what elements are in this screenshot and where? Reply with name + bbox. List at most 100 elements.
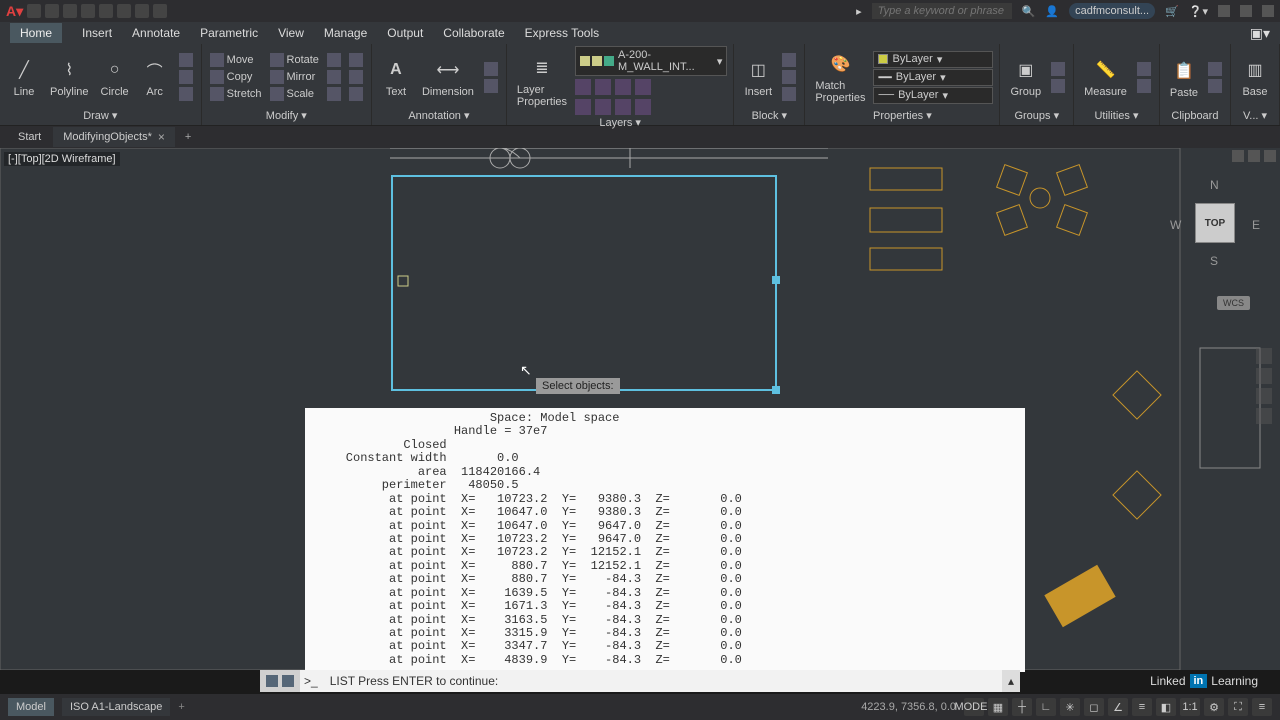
- panel-groups-title[interactable]: Groups ▾: [1006, 108, 1067, 123]
- draw-boundary-button[interactable]: [177, 69, 195, 85]
- osnap-icon[interactable]: ◻: [1084, 698, 1104, 716]
- model-badge[interactable]: MODEL: [964, 698, 984, 716]
- search-input[interactable]: [872, 3, 1012, 19]
- tab-parametric[interactable]: Parametric: [200, 26, 258, 40]
- base-button[interactable]: ▥Base: [1237, 54, 1273, 100]
- qat-open-icon[interactable]: [45, 4, 59, 18]
- tab-close-icon[interactable]: ×: [158, 130, 165, 144]
- minimize-button[interactable]: [1218, 5, 1230, 17]
- calculator-button[interactable]: [1135, 61, 1153, 77]
- ungroup-button[interactable]: [1049, 61, 1067, 77]
- cmd-close-icon[interactable]: [266, 675, 278, 687]
- tab-home[interactable]: Home: [10, 23, 62, 43]
- measure-button[interactable]: 📏Measure: [1080, 54, 1131, 100]
- layer-tools[interactable]: [575, 79, 727, 115]
- tab-collaborate[interactable]: Collaborate: [443, 26, 504, 40]
- ribbon-dropdown-icon[interactable]: ▣▾: [1250, 25, 1270, 42]
- table-button[interactable]: [482, 78, 500, 94]
- cube-top-face[interactable]: TOP: [1195, 203, 1235, 243]
- navigation-bar[interactable]: [1256, 348, 1274, 424]
- lineweight-icon[interactable]: ≡: [1132, 698, 1152, 716]
- attr-button[interactable]: [780, 86, 798, 102]
- select-button[interactable]: [1135, 78, 1153, 94]
- otrack-icon[interactable]: ∠: [1108, 698, 1128, 716]
- tab-output[interactable]: Output: [387, 26, 423, 40]
- leader-button[interactable]: [482, 61, 500, 77]
- erase-button[interactable]: [347, 52, 365, 68]
- zoom-icon[interactable]: [1256, 388, 1272, 404]
- panel-annotation-title[interactable]: Annotation ▾: [378, 108, 500, 123]
- qat-redo-icon[interactable]: [135, 4, 149, 18]
- qat-saveas-icon[interactable]: [81, 4, 95, 18]
- copy-button[interactable]: Copy: [208, 69, 264, 85]
- tab-express[interactable]: Express Tools: [525, 26, 599, 40]
- qat-save-icon[interactable]: [63, 4, 77, 18]
- restore-button[interactable]: [1240, 5, 1252, 17]
- fullscreen-icon[interactable]: ⛶: [1228, 698, 1248, 716]
- tab-manage[interactable]: Manage: [324, 26, 367, 40]
- transparency-icon[interactable]: ◧: [1156, 698, 1176, 716]
- fillet-button[interactable]: [325, 69, 343, 85]
- snap-icon[interactable]: ┼: [1012, 698, 1032, 716]
- layer-dropdown[interactable]: A-200-M_WALL_INT... ▾: [575, 46, 727, 76]
- line-button[interactable]: ╱Line: [6, 54, 42, 100]
- grid-icon[interactable]: ▦: [988, 698, 1008, 716]
- command-prompt[interactable]: LIST Press ENTER to continue:: [322, 674, 1002, 688]
- group-button[interactable]: ▣Group: [1006, 54, 1045, 100]
- rotate-button[interactable]: Rotate: [268, 52, 321, 68]
- circle-button[interactable]: ○Circle: [97, 54, 133, 100]
- panel-clipboard-title[interactable]: Clipboard: [1166, 109, 1224, 123]
- tab-start[interactable]: Start: [8, 128, 51, 146]
- orbit-icon[interactable]: [1256, 408, 1272, 424]
- scale-readout[interactable]: 1:1: [1180, 698, 1200, 716]
- search-icon[interactable]: 🔍: [1022, 5, 1036, 18]
- stretch-button[interactable]: Stretch: [208, 86, 264, 102]
- polyline-button[interactable]: ⌇Polyline: [46, 54, 93, 100]
- help-icon[interactable]: ❔▾: [1189, 5, 1208, 18]
- layout-tab[interactable]: ISO A1-Landscape: [62, 698, 170, 716]
- tab-insert[interactable]: Insert: [82, 26, 112, 40]
- model-tab[interactable]: Model: [8, 698, 54, 716]
- text-button[interactable]: AText: [378, 54, 414, 100]
- panel-modify-title[interactable]: Modify ▾: [208, 108, 365, 123]
- arc-button[interactable]: ⌒Arc: [137, 54, 173, 100]
- cut-button[interactable]: [1206, 61, 1224, 77]
- scale-button[interactable]: Scale: [268, 86, 321, 102]
- color-dropdown[interactable]: ByLayer ▾: [873, 51, 993, 68]
- lineweight-dropdown[interactable]: ━━ ByLayer ▾: [873, 69, 993, 86]
- layout-add-button[interactable]: +: [178, 701, 184, 713]
- panel-utilities-title[interactable]: Utilities ▾: [1080, 108, 1153, 123]
- insert-button[interactable]: ◫Insert: [740, 54, 776, 100]
- panel-properties-title[interactable]: Properties ▾: [811, 108, 993, 123]
- trim-button[interactable]: [325, 52, 343, 68]
- draw-hatch-button[interactable]: [177, 52, 195, 68]
- copyclip-button[interactable]: [1206, 78, 1224, 94]
- ortho-icon[interactable]: ∟: [1036, 698, 1056, 716]
- view-cube[interactable]: N E S W TOP: [1170, 178, 1260, 268]
- dimension-button[interactable]: ⟷Dimension: [418, 54, 478, 100]
- gear-icon[interactable]: ⚙: [1204, 698, 1224, 716]
- array-button[interactable]: [325, 86, 343, 102]
- cmd-customize-icon[interactable]: [282, 675, 294, 687]
- tab-view[interactable]: View: [278, 26, 304, 40]
- polar-icon[interactable]: ✳: [1060, 698, 1080, 716]
- match-properties-button[interactable]: 🎨Match Properties: [811, 48, 869, 106]
- wcs-badge[interactable]: WCS: [1217, 296, 1250, 310]
- group-edit-button[interactable]: [1049, 78, 1067, 94]
- qat-undo-icon[interactable]: [117, 4, 131, 18]
- tab-annotate[interactable]: Annotate: [132, 26, 180, 40]
- create-block-button[interactable]: [780, 52, 798, 68]
- linetype-dropdown[interactable]: ── ByLayer ▾: [873, 87, 993, 104]
- mirror-button[interactable]: Mirror: [268, 69, 321, 85]
- panel-viewbase-title[interactable]: V... ▾: [1237, 108, 1273, 123]
- panel-layers-title[interactable]: Layers ▾: [513, 115, 727, 130]
- command-line[interactable]: >_ LIST Press ENTER to continue: ▴: [260, 670, 1020, 692]
- offset-button[interactable]: [347, 86, 365, 102]
- explode-button[interactable]: [347, 69, 365, 85]
- paste-button[interactable]: 📋Paste: [1166, 55, 1202, 101]
- layer-properties-button[interactable]: ≣Layer Properties: [513, 52, 571, 110]
- close-button[interactable]: [1262, 5, 1274, 17]
- panel-block-title[interactable]: Block ▾: [740, 108, 798, 123]
- tab-add-button[interactable]: +: [177, 128, 199, 146]
- pan-icon[interactable]: [1256, 368, 1272, 384]
